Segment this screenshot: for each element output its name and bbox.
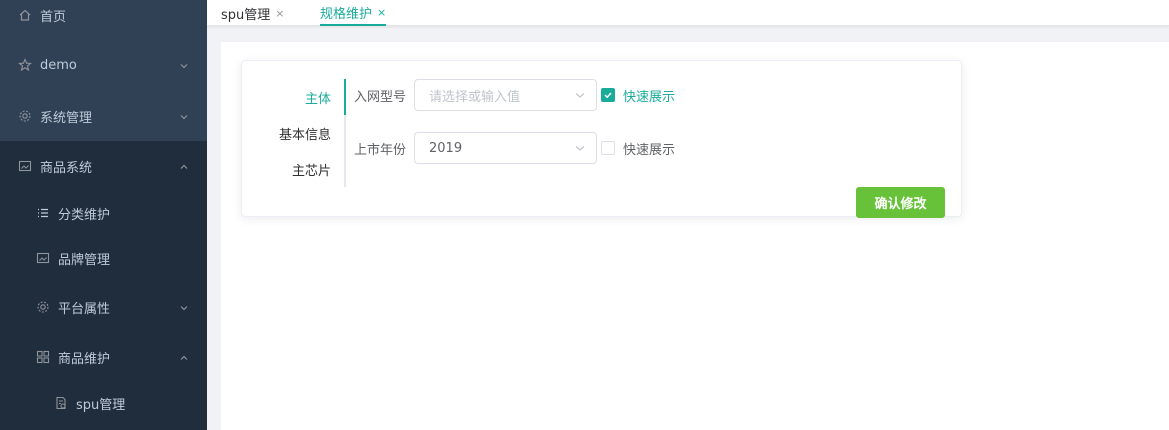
sidebar-item-label: 商品维护 [58,351,111,367]
picture-icon [36,251,50,265]
quick-show-checkbox[interactable]: 快速展示 [601,139,675,158]
close-icon[interactable]: × [275,7,284,20]
checkbox-box[interactable] [601,141,615,155]
vertical-tabs: 主体 基本信息 主芯片 [242,79,345,187]
sidebar-item-label: 商品系统 [40,160,93,176]
gear-icon [18,109,32,123]
quick-show-checkbox[interactable]: 快速展示 [601,86,675,105]
select-placeholder: 请选择或输入值 [429,89,521,105]
year-select[interactable]: 2019 [414,132,597,164]
tab-label: spu管理 [221,7,271,23]
tab-label: 规格维护 [320,6,373,22]
picture-icon [18,159,32,173]
sidebar-item-label: 品牌管理 [58,252,111,268]
chevron-up-icon [179,161,189,171]
tab-basic-info[interactable]: 基本信息 [279,115,331,151]
chevron-down-icon [179,111,189,121]
sidebar-item-label: 分类维护 [58,207,111,223]
chevron-down-icon [574,142,586,154]
sidebar: 首页 demo 系统管理 商品系统 分类维护 品牌管理 平台属性 商品维护 sp… [0,0,207,430]
check-icon [604,92,612,99]
chevron-down-icon [574,89,586,101]
tab-spec[interactable]: 规格维护 × [320,0,387,26]
sidebar-item-home[interactable]: 首页 [0,0,207,40]
sidebar-item-system[interactable]: 系统管理 [0,91,207,141]
field-label: 上市年份 [354,142,407,158]
sidebar-item-label: demo [40,57,77,73]
sidebar-item-goods-system[interactable]: 商品系统 [0,141,207,191]
home-icon [18,8,32,22]
tags-view: spu管理 × 规格维护 × [207,0,1169,26]
spec-card: 主体 基本信息 主芯片 入网型号 请选择或输入值 快速展示 上市年份 2019 [241,60,962,218]
list-icon [36,206,50,220]
checkbox-label: 快速展示 [623,142,676,158]
form-row-year: 上市年份 2019 快速展示 [354,132,675,164]
checkbox-box[interactable] [601,88,615,102]
sidebar-item-label: 平台属性 [58,301,111,317]
model-select[interactable]: 请选择或输入值 [414,79,597,111]
sidebar-item-label: 系统管理 [40,110,93,126]
confirm-button[interactable]: 确认修改 [856,187,945,218]
chevron-down-icon [179,302,189,312]
sidebar-item-goods-maintain[interactable]: 商品维护 [0,332,207,382]
document-icon [54,396,68,410]
grid-icon [36,350,50,364]
star-icon [18,58,32,72]
chevron-up-icon [179,352,189,362]
form-row-model: 入网型号 请选择或输入值 快速展示 [354,79,675,111]
tab-spu[interactable]: spu管理 × [221,0,284,26]
checkbox-label: 快速展示 [623,89,676,105]
sidebar-item-attr[interactable]: 平台属性 [0,282,207,332]
sidebar-item-label: 首页 [40,9,67,25]
select-value: 2019 [429,140,463,156]
sidebar-item-label: spu管理 [76,397,126,413]
field-label: 入网型号 [354,89,407,105]
gear-icon [36,300,50,314]
tab-main-chip[interactable]: 主芯片 [292,151,331,187]
active-tab-indicator [344,79,346,115]
sidebar-item-category[interactable]: 分类维护 [0,188,207,238]
sidebar-item-brand[interactable]: 品牌管理 [0,233,207,283]
tab-main-body[interactable]: 主体 [305,79,331,115]
chevron-down-icon [179,60,189,70]
close-icon[interactable]: × [377,6,386,19]
sidebar-item-spu[interactable]: spu管理 [0,378,207,428]
sidebar-item-demo[interactable]: demo [0,40,207,90]
